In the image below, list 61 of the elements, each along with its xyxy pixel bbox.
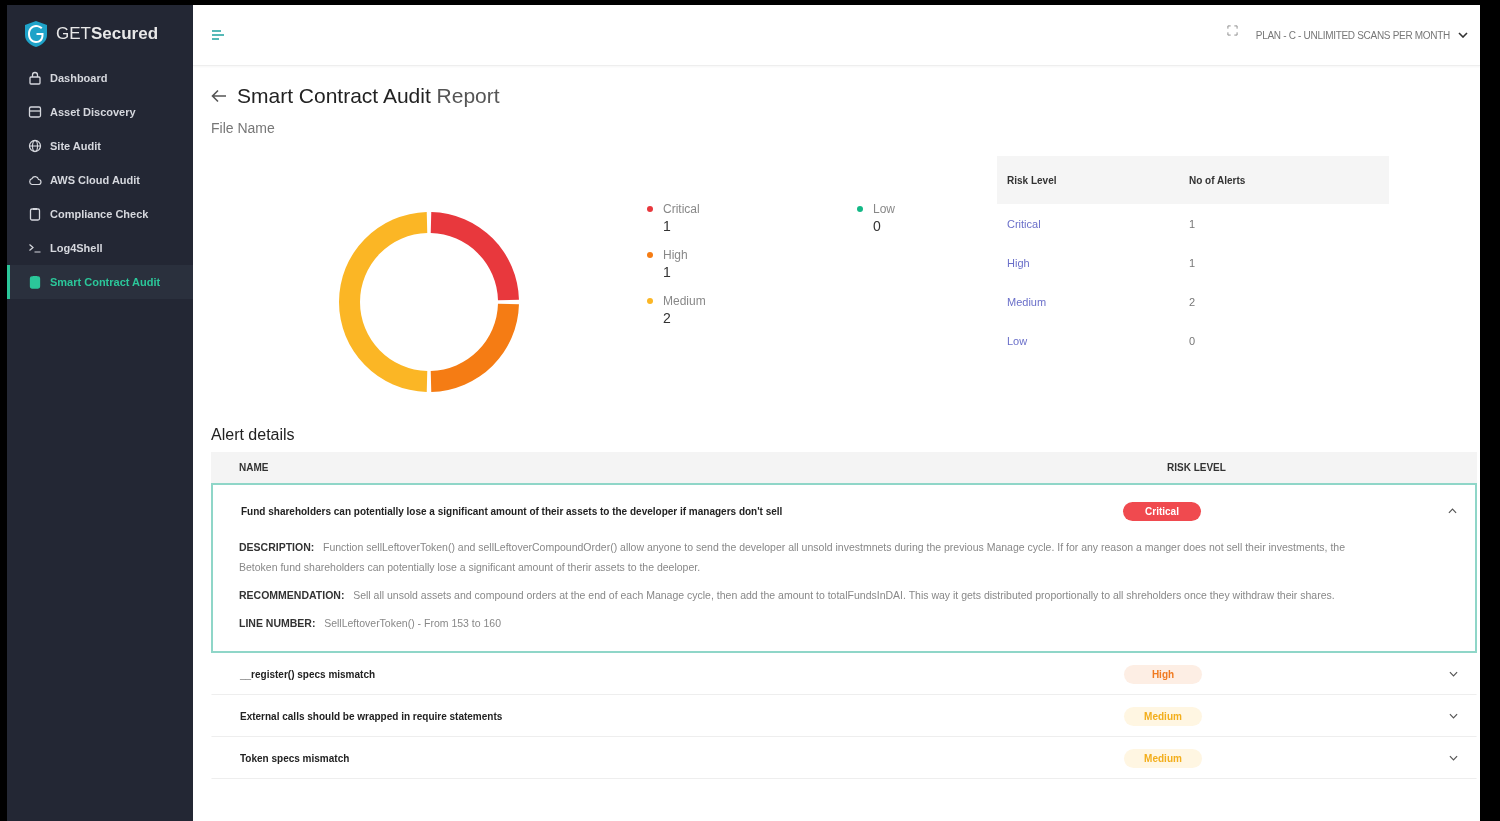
alert-name: External calls should be wrapped in require statements	[239, 710, 504, 722]
sidebar-item[interactable]: Dashboard	[7, 61, 193, 95]
legend-value: 1	[663, 218, 672, 234]
sidebar-item[interactable]: Smart Contract Audit	[7, 265, 193, 299]
plan-dropdown[interactable]: PLAN - C - UNLIMITED SCANS PER MONTH	[1249, 28, 1474, 42]
column-header: No of Alerts	[1189, 174, 1247, 186]
column-header: NAME	[238, 462, 270, 473]
risk-level-link[interactable]: Medium	[1007, 295, 1189, 308]
alert-row[interactable]: Token specs mismatch Medium	[211, 737, 1477, 779]
legend-value: 0	[873, 218, 882, 234]
chevron-down-icon[interactable]	[1449, 713, 1458, 719]
legend-value: 1	[663, 264, 672, 280]
column-header: Risk Level	[1007, 174, 1058, 186]
alert-row[interactable]: External calls should be wrapped in require statements Medium	[211, 695, 1477, 737]
section-title: Alert details	[211, 426, 296, 444]
risk-level-link[interactable]: Low	[1007, 334, 1189, 347]
detail-text: LINE NUMBER: SellLeftoverToken() - From 153 to 160	[239, 616, 502, 631]
legend-label: Low	[873, 202, 895, 216]
legend-label: High	[663, 248, 688, 262]
risk-level-link[interactable]: High	[1007, 256, 1189, 269]
legend-value: 2	[663, 310, 672, 326]
table-cell-text: 1	[1189, 217, 1197, 230]
alert-row[interactable]: __register() specs mismatch High	[211, 653, 1477, 695]
chevron-down-icon[interactable]	[1449, 755, 1458, 761]
risk-level-link[interactable]: Critical	[1007, 217, 1189, 230]
clipboard-icon	[28, 207, 42, 221]
brand-name: GETSecured	[56, 24, 159, 44]
sidebar-item[interactable]: Site Audit	[7, 129, 193, 163]
file-name-label: File Name	[211, 120, 276, 136]
legend-label: Medium	[663, 294, 706, 308]
risk-level-tag: Medium	[1124, 706, 1202, 726]
sidebar-item[interactable]: AWS Cloud Audit	[7, 163, 193, 197]
page-title: Smart Contract Audit Report	[237, 84, 500, 108]
chevron-up-icon[interactable]	[1448, 508, 1457, 514]
sidebar-item[interactable]: Compliance Check	[7, 197, 193, 231]
risk-level-tag: Critical	[1123, 501, 1201, 521]
clipboard-icon	[28, 275, 42, 289]
alert-row[interactable]	[211, 483, 1477, 653]
legend-label: Critical	[663, 202, 700, 216]
table-cell-text: 0	[1189, 334, 1197, 347]
back-arrow-icon[interactable]	[211, 89, 227, 103]
table-cell-text: 1	[1189, 256, 1197, 269]
chevron-down-icon[interactable]	[1449, 671, 1458, 677]
detail-text: DESCRIPTION: Function sellLeftoverToken() and sellLeftoverCompoundOrder() allow anyone to send the developer all unsold investmnets during the previous Manage cycle. If for any reason a manger does not sell their investments, the Betoken fund shareholders can potentially lose a significant amount of therir assets to the deeloper.	[239, 540, 1345, 575]
terminal-icon	[28, 241, 42, 255]
globe-icon	[28, 139, 42, 153]
alert-name: __register() specs mismatch	[239, 668, 377, 680]
sidebar-item[interactable]: Asset Discovery	[7, 95, 193, 129]
cloud-icon	[28, 173, 42, 187]
sidebar-item[interactable]: Log4Shell	[7, 231, 193, 265]
table-cell-text: 2	[1189, 295, 1197, 308]
detail-text: RECOMMENDATION: Sell all unsold assets and compound orders at the end of each Manage cycle, then add the amount to totalFundsInDAI. This way it gets distributed proportionally to all shreholders once they withdraw their shares.	[239, 588, 1336, 603]
alert-name: Fund shareholders can potentially lose a significant amount of their assets to the developer if managers don't sell	[240, 505, 784, 517]
column-header: RISK LEVEL	[1167, 462, 1227, 473]
risk-level-tag: Medium	[1124, 748, 1202, 768]
risk-level-tag: High	[1124, 664, 1202, 684]
lock-icon	[28, 71, 42, 85]
chevron-down-icon	[1458, 32, 1468, 38]
card-icon	[28, 105, 42, 119]
logo-icon	[24, 19, 48, 49]
alert-name: Token specs mismatch	[239, 752, 351, 764]
